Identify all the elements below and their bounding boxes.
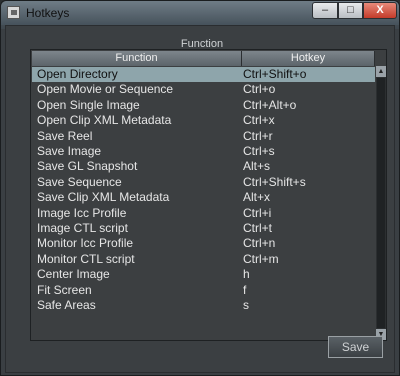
table-row[interactable]: Center Image h [32,267,375,282]
maximize-button[interactable]: □ [338,2,363,19]
scroll-up-arrow-icon[interactable]: ▲ [376,66,386,77]
hotkey-cell: Ctrl+i [243,205,272,220]
hotkey-cell: Ctrl+m [243,251,279,266]
table-row[interactable]: Image Icc Profile Ctrl+i [32,206,375,221]
hotkey-cell: f [243,282,247,297]
table-row[interactable]: Image CTL script Ctrl+t [32,221,375,236]
function-cell: Open Clip XML Metadata [37,113,172,128]
hotkey-cell: Ctrl+t [243,221,273,235]
function-cell: Center Image [37,267,110,282]
function-cell: Save Image [37,144,102,158]
function-cell: Save Reel [37,128,93,143]
table-row[interactable]: Monitor CTL script Ctrl+m [32,252,375,267]
function-cell: Open Directory [37,67,118,81]
table-row[interactable]: Safe Areas s [32,298,375,313]
function-cell: Save Clip XML Metadata [37,190,170,205]
hotkey-cell: Alt+s [243,159,271,174]
function-cell: Monitor CTL script [37,251,135,266]
table-row[interactable]: Save GL Snapshot Alt+s [32,159,375,174]
function-cell: Save GL Snapshot [37,159,138,174]
hotkeys-window: Hotkeys – □ X Function Function Hotkey O… [0,0,400,376]
function-cell: Open Single Image [37,97,140,112]
hotkey-cell: h [243,267,250,282]
table-row[interactable]: Open Movie or Sequence Ctrl+o [32,82,375,97]
vertical-scrollbar[interactable]: ▲ ▼ [376,66,386,340]
function-cell: Image Icc Profile [37,205,127,220]
app-icon [7,6,20,19]
hotkeys-table: Function Hotkey Open Directory Ctrl+Shift… [30,49,387,341]
function-cell: Monitor Icc Profile [37,236,134,251]
title-bar[interactable]: Hotkeys – □ X [1,1,399,25]
hotkey-cell: Alt+x [243,190,271,205]
function-cell: Open Movie or Sequence [37,82,174,97]
scrollbar-thumb[interactable] [377,78,385,328]
hotkey-cell: Ctrl+r [243,128,273,143]
table-row[interactable]: Save Clip XML Metadata Alt+x [32,190,375,205]
hotkey-cell: s [243,298,249,312]
function-cell: Save Sequence [37,174,122,189]
function-cell: Image CTL script [37,221,128,235]
save-button[interactable]: Save [328,336,383,358]
hotkey-cell: Ctrl+Shift+s [243,174,306,189]
table-row[interactable]: Monitor Icc Profile Ctrl+n [32,236,375,251]
minimize-button[interactable]: – [312,2,338,19]
hotkey-cell: Ctrl+o [243,82,276,97]
function-cell: Fit Screen [37,282,92,297]
table-row[interactable]: Save Sequence Ctrl+Shift+s [32,175,375,190]
dialog-body: Function Function Hotkey Open Directory C… [5,25,395,373]
hotkey-cell: Ctrl+Alt+o [243,97,297,112]
hotkey-cell: Ctrl+Shift+o [243,67,307,81]
function-cell: Safe Areas [37,298,96,312]
table-row[interactable]: Open Directory Ctrl+Shift+o [32,67,375,83]
hotkey-cell: Ctrl+s [243,144,275,158]
table-row[interactable]: Open Single Image Ctrl+Alt+o [32,98,375,113]
table-row[interactable]: Save Reel Ctrl+r [32,129,375,144]
table-row[interactable]: Open Clip XML Metadata Ctrl+x [32,113,375,128]
table-row[interactable]: Fit Screen f [32,283,375,298]
close-button[interactable]: X [363,2,397,19]
hotkey-cell: Ctrl+n [243,236,276,251]
column-header-function[interactable]: Function [32,51,242,66]
table-row[interactable]: Save Image Ctrl+s [32,144,375,159]
hotkey-cell: Ctrl+x [243,113,275,128]
table-rows: Open Directory Ctrl+Shift+o Open Movie or … [32,66,375,340]
column-header-hotkey[interactable]: Hotkey [242,51,375,66]
window-title: Hotkeys [26,6,70,20]
